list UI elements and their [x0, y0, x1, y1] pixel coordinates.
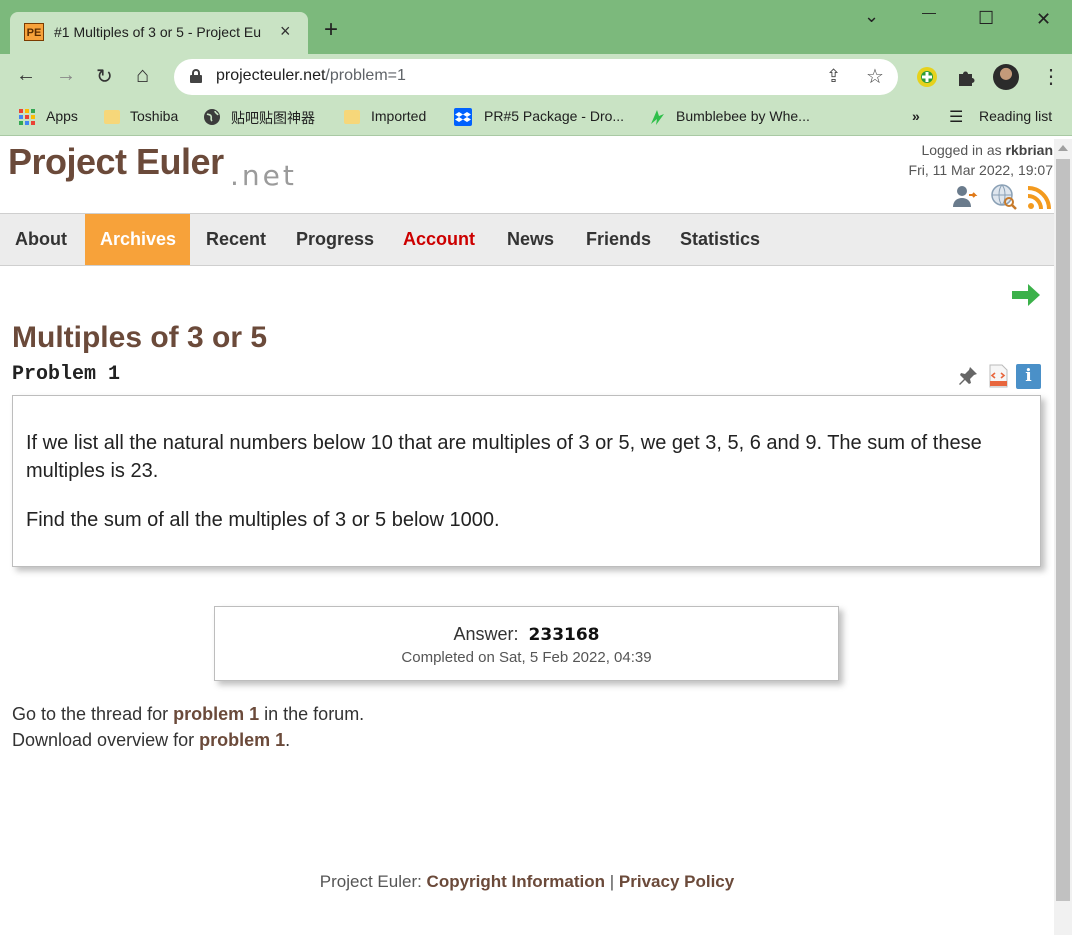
problem-title: Multiples of 3 or 5 [12, 321, 268, 354]
nav-news[interactable]: News [492, 214, 569, 265]
rss-feed-icon[interactable] [1026, 183, 1054, 211]
username[interactable]: rkbrian [1006, 142, 1053, 158]
problem-content-box: If we list all the natural numbers below… [12, 395, 1041, 567]
green-extension-icon[interactable] [916, 66, 938, 88]
reload-icon[interactable]: ↻ [96, 64, 113, 89]
home-icon[interactable]: ⌂ [136, 62, 149, 88]
bookmarks-overflow-icon[interactable]: » [912, 108, 920, 124]
nav-about[interactable]: About [0, 214, 82, 265]
forward-icon[interactable]: → [56, 64, 76, 87]
address-bar[interactable]: projecteuler.net/problem=1 ⇪ ☆ [174, 59, 898, 95]
site-logo-suffix: .net [230, 159, 297, 192]
forum-thread-link[interactable]: problem 1 [173, 704, 259, 724]
site-logo[interactable]: Project Euler [8, 141, 224, 183]
tab-close-icon[interactable]: × [280, 21, 291, 42]
url-text: projecteuler.net/problem=1 [216, 67, 406, 84]
project-euler-favicon-icon: PE [24, 23, 44, 41]
nav-progress[interactable]: Progress [281, 214, 389, 265]
bookmarks-bar: Apps Toshiba 贴吧贴图神器 Imported PR#5 Packag… [0, 100, 1072, 136]
download-overview-link[interactable]: problem 1 [199, 730, 285, 750]
nav-account[interactable]: Account [388, 214, 490, 265]
bookmark-toshiba[interactable]: Toshiba [130, 108, 178, 124]
maximize-icon[interactable]: ☐ [978, 8, 994, 29]
answer-value: 233168 [528, 625, 600, 645]
current-datetime: Fri, 11 Mar 2022, 19:07 [908, 162, 1053, 178]
puzzle-extensions-icon[interactable] [956, 66, 978, 88]
apps-grid-icon [19, 109, 35, 125]
close-window-icon[interactable]: ✕ [1036, 9, 1051, 30]
scroll-up-arrow-icon[interactable] [1058, 145, 1068, 151]
search-globe-icon[interactable] [990, 183, 1018, 211]
answer-box: Answer: 233168 Completed on Sat, 5 Feb 2… [214, 606, 839, 681]
scroll-thumb[interactable] [1056, 159, 1070, 901]
copyright-link[interactable]: Copyright Information [427, 872, 605, 891]
friends-user-icon[interactable] [950, 183, 978, 211]
tab-strip: PE #1 Multiples of 3 or 5 - Project Eu ×… [0, 0, 1072, 54]
browser-tab[interactable]: PE #1 Multiples of 3 or 5 - Project Eu × [10, 12, 308, 54]
reading-list-button[interactable]: Reading list [979, 108, 1052, 124]
nav-recent[interactable]: Recent [191, 214, 281, 265]
nav-friends[interactable]: Friends [571, 214, 666, 265]
reading-list-icon: ☰ [949, 109, 964, 126]
bookmark-apps[interactable]: Apps [46, 108, 78, 124]
tab-title: #1 Multiples of 3 or 5 - Project Eu [54, 24, 261, 40]
bookmark-tieba[interactable]: 贴吧贴图神器 [231, 108, 315, 128]
bookmark-star-icon[interactable]: ☆ [866, 64, 884, 89]
folder-icon [104, 110, 120, 124]
problem-statement-2: Find the sum of all the multiples of 3 o… [26, 509, 500, 531]
bookmark-imported[interactable]: Imported [371, 108, 426, 124]
vertical-scrollbar[interactable] [1054, 139, 1072, 935]
main-nav: About Archives Recent Progress Account N… [0, 213, 1054, 266]
bookmark-pr5-package[interactable]: PR#5 Package - Dro... [484, 108, 624, 124]
minimize-icon[interactable]: — [922, 4, 936, 20]
lock-icon [190, 69, 202, 83]
forum-thread-line: Go to the thread for problem 1 in the fo… [12, 704, 365, 724]
profile-avatar[interactable] [993, 64, 1019, 90]
problem-statement-1: If we list all the natural numbers below… [26, 432, 982, 482]
next-problem-arrow-icon[interactable] [1010, 281, 1042, 309]
globe-icon [204, 109, 220, 125]
bookmark-bumblebee[interactable]: Bumblebee by Whe... [676, 108, 810, 124]
info-icon[interactable]: i [1016, 364, 1041, 389]
page: Project Euler .net Logged in as rkbrian … [0, 139, 1054, 935]
folder-icon [344, 110, 360, 124]
login-status: Logged in as rkbrian [921, 142, 1053, 158]
nav-statistics[interactable]: Statistics [665, 214, 775, 265]
dropbox-icon [454, 108, 472, 126]
nav-archives[interactable]: Archives [85, 214, 190, 265]
html-file-icon[interactable] [986, 364, 1010, 388]
completed-date: Completed on Sat, 5 Feb 2022, 04:39 [401, 649, 652, 666]
chrome-menu-icon[interactable]: ⋮ [1041, 64, 1061, 89]
answer-line: Answer: 233168 [453, 624, 600, 645]
browser-toolbar: ← → ↻ ⌂ projecteuler.net/problem=1 ⇪ ☆ ⋮ [0, 54, 1072, 100]
bumblebee-icon [651, 110, 664, 125]
back-icon[interactable]: ← [16, 64, 36, 87]
share-icon[interactable]: ⇪ [826, 66, 841, 87]
problem-number: Problem 1 [12, 363, 121, 386]
new-tab-icon[interactable]: + [324, 18, 338, 42]
tab-search-icon[interactable]: ⌄ [864, 6, 879, 27]
pin-icon[interactable] [956, 364, 980, 388]
download-overview-line: Download overview for problem 1. [12, 730, 291, 750]
footer: Project Euler: Copyright Information | P… [319, 872, 735, 891]
privacy-policy-link[interactable]: Privacy Policy [619, 872, 734, 891]
